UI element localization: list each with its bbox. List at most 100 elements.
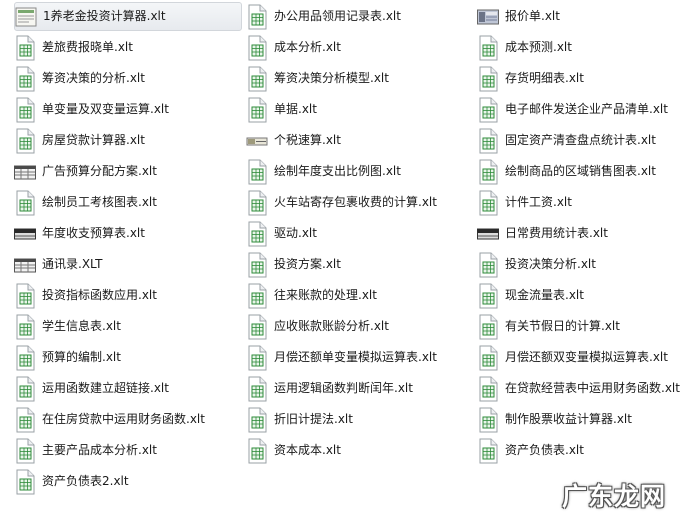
file-item[interactable]: 个税速算.xlt [246, 126, 474, 155]
file-name: 资本成本.xlt [274, 443, 341, 457]
file-item[interactable]: 单据.xlt [246, 95, 474, 124]
small-thumbnail-icon [246, 137, 268, 145]
file-name: 在住房贷款中运用财务函数.xlt [42, 412, 205, 426]
file-name: 差旅费报晓单.xlt [42, 40, 133, 54]
file-name: 电子邮件发送企业产品清单.xlt [505, 102, 668, 116]
file-item[interactable]: 固定资产清查盘点统计表.xlt [477, 126, 700, 155]
file-name: 成本预测.xlt [505, 40, 572, 54]
file-item[interactable]: 差旅费报晓单.xlt [14, 33, 242, 62]
file-name: 驱动.xlt [274, 226, 317, 240]
excel-template-icon [479, 190, 498, 215]
file-item[interactable]: 折旧计提法.xlt [246, 405, 474, 434]
file-name: 月偿还额单变量模拟运算表.xlt [274, 350, 437, 364]
excel-template-icon [16, 128, 35, 153]
excel-template-icon [16, 283, 35, 308]
file-item[interactable]: 成本分析.xlt [246, 33, 474, 62]
excel-template-icon [479, 159, 498, 184]
excel-template-icon [479, 35, 498, 60]
file-name: 月偿还额双变量模拟运算表.xlt [505, 350, 668, 364]
file-item[interactable]: 单变量及双变量运算.xlt [14, 95, 242, 124]
file-name: 绘制年度支出比例图.xlt [274, 164, 401, 178]
file-item[interactable]: 制作股票收益计算器.xlt [477, 405, 700, 434]
file-item[interactable]: 绘制年度支出比例图.xlt [246, 157, 474, 186]
file-item[interactable]: 电子邮件发送企业产品清单.xlt [477, 95, 700, 124]
file-item[interactable]: 报价单.xlt [477, 2, 700, 31]
file-item[interactable]: 预算的编制.xlt [14, 343, 242, 372]
excel-template-icon [248, 314, 267, 339]
file-name: 单据.xlt [274, 102, 317, 116]
file-item[interactable]: 广告预算分配方案.xlt [14, 157, 242, 186]
file-item[interactable]: 学生信息表.xlt [14, 312, 242, 341]
excel-template-icon [16, 469, 35, 494]
file-item[interactable]: 办公用品领用记录表.xlt [246, 2, 474, 31]
file-name: 存货明细表.xlt [505, 71, 584, 85]
file-name: 办公用品领用记录表.xlt [274, 9, 401, 23]
excel-template-icon [248, 66, 267, 91]
dark-thumbnail-icon [14, 228, 36, 239]
file-item[interactable]: 月偿还额单变量模拟运算表.xlt [246, 343, 474, 372]
file-item[interactable]: 资产负债表.xlt [477, 436, 700, 465]
excel-template-icon [248, 252, 267, 277]
file-item[interactable]: 主要产品成本分析.xlt [14, 436, 242, 465]
file-item[interactable]: 在贷款经营表中运用财务函数.xlt [477, 374, 700, 403]
file-item[interactable]: 应收账款账龄分析.xlt [246, 312, 474, 341]
file-name: 主要产品成本分析.xlt [42, 443, 157, 457]
file-name: 绘制员工考核图表.xlt [42, 195, 157, 209]
file-item[interactable]: 投资决策分析.xlt [477, 250, 700, 279]
file-item[interactable]: 资产负债表2.xlt [14, 467, 242, 496]
file-item[interactable]: 有关节假日的计算.xlt [477, 312, 700, 341]
file-item[interactable]: 月偿还额双变量模拟运算表.xlt [477, 343, 700, 372]
file-item[interactable]: 年度收支预算表.xlt [14, 219, 242, 248]
file-name: 投资指标函数应用.xlt [42, 288, 157, 302]
excel-template-icon [16, 314, 35, 339]
excel-template-icon [16, 66, 35, 91]
file-name: 固定资产清查盘点统计表.xlt [505, 133, 656, 147]
file-item[interactable]: 现金流量表.xlt [477, 281, 700, 310]
excel-template-icon [248, 159, 267, 184]
file-name: 计件工资.xlt [505, 195, 572, 209]
excel-template-icon [248, 4, 267, 29]
dark-thumbnail-icon [477, 228, 499, 239]
excel-template-icon [248, 35, 267, 60]
file-name: 广告预算分配方案.xlt [42, 164, 157, 178]
file-item[interactable]: 1养老金投资计算器.xlt [14, 2, 242, 31]
file-name: 火车站寄存包裹收费的计算.xlt [274, 195, 437, 209]
file-item[interactable]: 存货明细表.xlt [477, 64, 700, 93]
file-item[interactable]: 筹资决策分析模型.xlt [246, 64, 474, 93]
file-name: 学生信息表.xlt [42, 319, 121, 333]
file-name: 运用逻辑函数判断闰年.xlt [274, 381, 413, 395]
file-item[interactable]: 投资指标函数应用.xlt [14, 281, 242, 310]
file-item[interactable]: 通讯录.XLT [14, 250, 242, 279]
file-item[interactable]: 绘制商品的区域销售图表.xlt [477, 157, 700, 186]
file-item[interactable]: 驱动.xlt [246, 219, 474, 248]
file-item[interactable]: 日常费用统计表.xlt [477, 219, 700, 248]
file-item[interactable]: 运用逻辑函数判断闰年.xlt [246, 374, 474, 403]
file-name: 年度收支预算表.xlt [42, 226, 145, 240]
file-name: 筹资决策分析模型.xlt [274, 71, 389, 85]
file-item[interactable]: 计件工资.xlt [477, 188, 700, 217]
file-name: 应收账款账龄分析.xlt [274, 319, 389, 333]
file-item[interactable]: 房屋贷款计算器.xlt [14, 126, 242, 155]
file-item[interactable]: 在住房贷款中运用财务函数.xlt [14, 405, 242, 434]
watermark-text: 广东龙网 [561, 482, 666, 511]
file-item[interactable]: 往来账款的处理.xlt [246, 281, 474, 310]
file-item[interactable]: 火车站寄存包裹收费的计算.xlt [246, 188, 474, 217]
excel-template-icon [479, 314, 498, 339]
form-thumbnail-icon [15, 7, 37, 26]
file-name: 成本分析.xlt [274, 40, 341, 54]
excel-template-icon [16, 407, 35, 432]
excel-template-icon [248, 376, 267, 401]
excel-template-icon [16, 97, 35, 122]
file-name: 运用函数建立超链接.xlt [42, 381, 169, 395]
file-item[interactable]: 筹资决策的分析.xlt [14, 64, 242, 93]
file-item[interactable]: 运用函数建立超链接.xlt [14, 374, 242, 403]
file-name: 绘制商品的区域销售图表.xlt [505, 164, 656, 178]
file-name: 筹资决策的分析.xlt [42, 71, 145, 85]
excel-template-icon [16, 190, 35, 215]
excel-template-icon [248, 438, 267, 463]
file-item[interactable]: 资本成本.xlt [246, 436, 474, 465]
excel-template-icon [479, 283, 498, 308]
file-item[interactable]: 绘制员工考核图表.xlt [14, 188, 242, 217]
file-item[interactable]: 成本预测.xlt [477, 33, 700, 62]
file-item[interactable]: 投资方案.xlt [246, 250, 474, 279]
